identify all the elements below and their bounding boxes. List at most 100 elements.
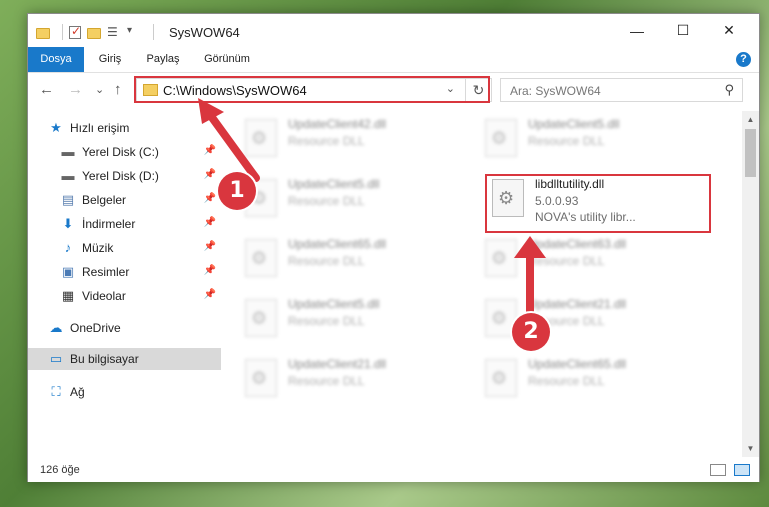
- scroll-thumb[interactable]: [745, 129, 756, 177]
- step-1-badge: 1: [218, 172, 256, 210]
- dll-file-icon: [245, 239, 277, 277]
- separator: [62, 24, 63, 40]
- file-description: Resource DLL: [288, 374, 365, 388]
- sidebar-item-label: İndirmeler: [82, 217, 136, 231]
- chevron-down-icon[interactable]: ▾: [127, 25, 141, 39]
- tiles-view-icon[interactable]: [734, 464, 750, 476]
- file-name: UpdateClient5.dll: [528, 117, 620, 131]
- file-item[interactable]: UpdateClient65.dll Resource DLL: [481, 353, 701, 405]
- address-bar-highlight: [134, 76, 490, 103]
- back-button[interactable]: ←: [39, 81, 54, 98]
- pictures-icon: ▣: [61, 264, 75, 279]
- sidebar-item-disk-c[interactable]: ▬ Yerel Disk (C:) 📌: [28, 141, 221, 163]
- drive-icon: ▬: [61, 144, 75, 159]
- scroll-up-icon[interactable]: ▲: [742, 111, 759, 128]
- quick-access-toolbar: ☰ ▾: [36, 24, 160, 40]
- sidebar-item-videos[interactable]: ▦ Videolar 📌: [28, 285, 221, 307]
- sidebar-item-this-pc[interactable]: ▭ Bu bilgisayar: [28, 348, 221, 370]
- sidebar-item-music[interactable]: ♪ Müzik 📌: [28, 237, 221, 259]
- tab-home[interactable]: Giriş: [88, 47, 132, 72]
- pin-icon[interactable]: 📌: [204, 265, 216, 276]
- file-name: UpdateClient5.dll: [288, 297, 380, 311]
- sidebar-item-label: Resimler: [82, 265, 130, 279]
- dll-file-icon: [245, 359, 277, 397]
- file-item[interactable]: UpdateClient21.dll Resource DLL: [241, 353, 461, 405]
- details-view-icon[interactable]: [710, 464, 726, 476]
- step-2-badge: 2: [512, 313, 550, 351]
- file-item[interactable]: UpdateClient63.dll Resource DLL: [481, 233, 701, 285]
- sidebar-item-label: Müzik: [82, 241, 114, 255]
- separator: [153, 24, 154, 40]
- vertical-scrollbar[interactable]: ▲ ▼: [742, 111, 759, 457]
- tab-file[interactable]: Dosya: [28, 47, 84, 72]
- folder-icon: [36, 27, 50, 39]
- sidebar-item-label: Belgeler: [82, 193, 127, 207]
- file-item[interactable]: UpdateClient65.dll Resource DLL: [241, 233, 461, 285]
- file-item[interactable]: UpdateClient5.dll Resource DLL: [241, 173, 461, 225]
- file-description: Resource DLL: [528, 254, 605, 268]
- pin-icon[interactable]: 📌: [204, 241, 216, 252]
- sidebar-item-label: Ağ: [70, 385, 85, 399]
- dll-file-icon: [245, 299, 277, 337]
- file-highlight: [485, 174, 711, 233]
- pin-icon[interactable]: 📌: [204, 145, 216, 156]
- file-name: UpdateClient63.dll: [528, 237, 627, 251]
- tab-share[interactable]: Paylaş: [138, 47, 188, 72]
- pin-icon[interactable]: 📌: [204, 193, 216, 204]
- sidebar-item-onedrive[interactable]: ☁ OneDrive: [28, 317, 221, 339]
- download-icon: ⬇: [62, 216, 74, 231]
- search-icon[interactable]: ⚲: [724, 82, 734, 98]
- new-folder-icon[interactable]: [87, 27, 101, 39]
- file-name: UpdateClient5.dll: [288, 177, 380, 191]
- recent-locations-button[interactable]: ⌄: [95, 83, 104, 96]
- help-icon[interactable]: ?: [736, 52, 751, 67]
- sidebar-item-label: OneDrive: [70, 321, 121, 335]
- sidebar-item-label: Bu bilgisayar: [70, 352, 139, 366]
- navigation-pane: ★ Hızlı erişim ▬ Yerel Disk (C:) 📌 ▬ Yer…: [28, 111, 221, 457]
- sidebar-item-label: Hızlı erişim: [70, 121, 130, 135]
- pin-icon[interactable]: 📌: [204, 217, 216, 228]
- file-description: Resource DLL: [528, 374, 605, 388]
- pin-icon[interactable]: 📌: [204, 289, 216, 300]
- file-description: Resource DLL: [288, 254, 365, 268]
- file-description: Resource DLL: [288, 134, 365, 148]
- pin-icon[interactable]: 📌: [204, 169, 216, 180]
- properties-icon[interactable]: [69, 24, 81, 39]
- maximize-button[interactable]: ☐: [660, 14, 706, 47]
- tab-view[interactable]: Görünüm: [196, 47, 258, 72]
- dll-file-icon: [485, 359, 517, 397]
- star-icon: ★: [50, 120, 62, 135]
- file-item[interactable]: UpdateClient5.dll Resource DLL: [481, 113, 701, 165]
- file-item[interactable]: UpdateClient5.dll Resource DLL: [241, 293, 461, 345]
- file-name: UpdateClient21.dll: [288, 357, 387, 371]
- status-bar: 126 öğe: [28, 459, 759, 482]
- sidebar-item-downloads[interactable]: ⬇ İndirmeler 📌: [28, 213, 221, 235]
- sidebar-item-label: Yerel Disk (D:): [82, 169, 159, 183]
- minimize-button[interactable]: —: [614, 14, 660, 47]
- scroll-down-icon[interactable]: ▼: [742, 440, 759, 457]
- dll-file-icon: [485, 239, 517, 277]
- sidebar-item-label: Yerel Disk (C:): [82, 145, 159, 159]
- customize-toolbar-icon[interactable]: ☰: [107, 25, 121, 39]
- sidebar-item-pictures[interactable]: ▣ Resimler 📌: [28, 261, 221, 283]
- drive-icon: ▬: [61, 168, 75, 183]
- title-bar: ☰ ▾ SysWOW64 — ☐ ✕: [28, 14, 759, 51]
- documents-icon: ▤: [61, 192, 75, 207]
- file-name: UpdateClient42.dll: [288, 117, 387, 131]
- close-button[interactable]: ✕: [706, 14, 752, 47]
- sidebar-item-disk-d[interactable]: ▬ Yerel Disk (D:) 📌: [28, 165, 221, 187]
- computer-icon: ▭: [49, 351, 63, 366]
- item-count: 126 öğe: [40, 464, 80, 476]
- search-input[interactable]: Ara: SysWOW64 ⚲: [500, 78, 743, 102]
- sidebar-item-network[interactable]: ⛶ Ağ: [28, 381, 221, 403]
- dll-file-icon: [485, 119, 517, 157]
- sidebar-item-quick-access[interactable]: ★ Hızlı erişim: [28, 117, 221, 139]
- file-name: UpdateClient65.dll: [288, 237, 387, 251]
- sidebar-item-label: Videolar: [82, 289, 126, 303]
- network-icon: ⛶: [51, 384, 61, 399]
- forward-button[interactable]: →: [68, 81, 83, 98]
- dll-file-icon: [245, 119, 277, 157]
- up-button[interactable]: ↑: [114, 81, 122, 98]
- sidebar-item-documents[interactable]: ▤ Belgeler 📌: [28, 189, 221, 211]
- file-item[interactable]: UpdateClient42.dll Resource DLL: [241, 113, 461, 165]
